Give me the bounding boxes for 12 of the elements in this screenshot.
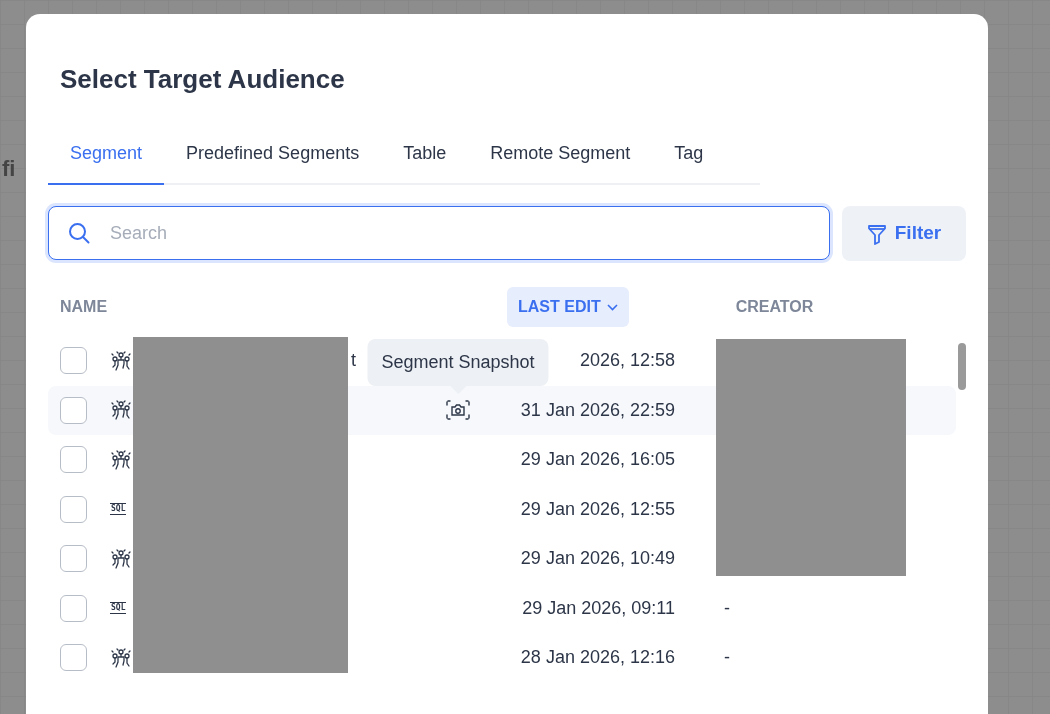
date-cell-text: 29 Jan 2026, 16:05: [519, 448, 675, 472]
creator-cell-text: -: [724, 646, 730, 670]
creator-cell-text: -: [724, 596, 730, 620]
tooltip: Segment Snapshot: [367, 339, 549, 387]
date-cell-text: 31 Jan 2026, 22:59: [519, 398, 675, 422]
background-text: fi: [2, 155, 16, 183]
date-cell-text: 29 Jan 2026, 12:55: [519, 497, 675, 521]
segment-name: t: [351, 349, 356, 373]
date-cell-text: 28 Jan 2026, 12:16: [519, 646, 675, 670]
date-cell-text: 29 Jan 2026, 09:11: [521, 596, 675, 620]
date-cell-text: 29 Jan 2026, 10:49: [519, 547, 675, 571]
dialog-title: Select Target Audience: [60, 63, 346, 96]
